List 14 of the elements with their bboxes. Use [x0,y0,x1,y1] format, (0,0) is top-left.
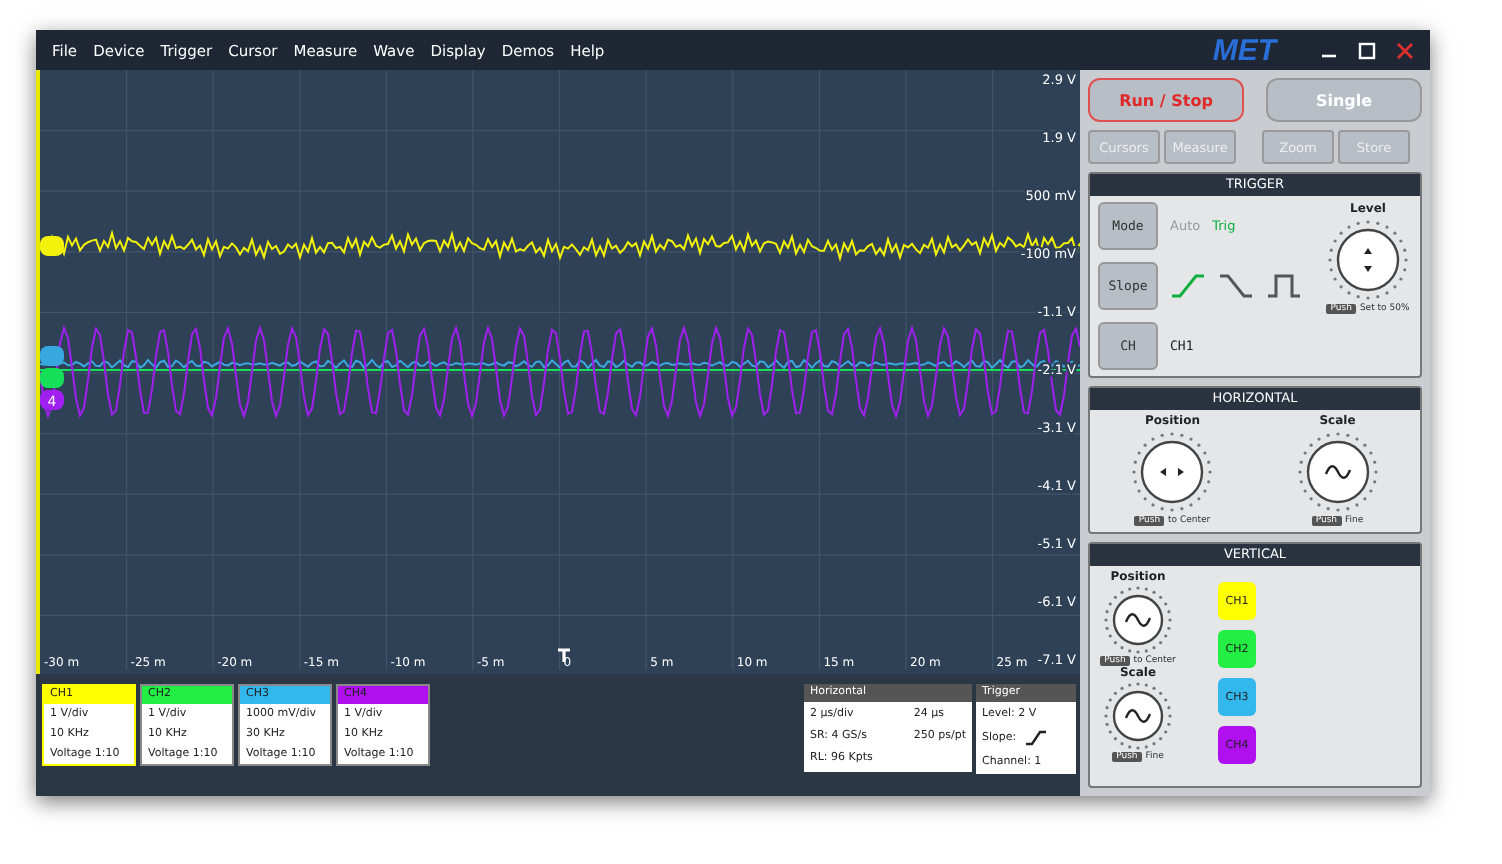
rising-edge-icon [1024,730,1049,746]
trigger-position-icon [556,648,572,664]
knob[interactable] [1128,428,1217,516]
level-knob[interactable] [1324,216,1412,304]
channel-marker[interactable] [40,236,64,256]
logo: MET [1212,33,1276,67]
channel-marker[interactable] [40,368,64,388]
pulse-edge-icon[interactable] [1266,274,1302,298]
falling-edge-icon[interactable] [1218,274,1254,298]
channel-marker[interactable] [40,390,64,410]
close-icon[interactable] [1396,41,1414,59]
knob[interactable] [1293,428,1382,516]
maximize-icon[interactable] [1358,41,1376,59]
channel-marker[interactable] [40,346,64,366]
